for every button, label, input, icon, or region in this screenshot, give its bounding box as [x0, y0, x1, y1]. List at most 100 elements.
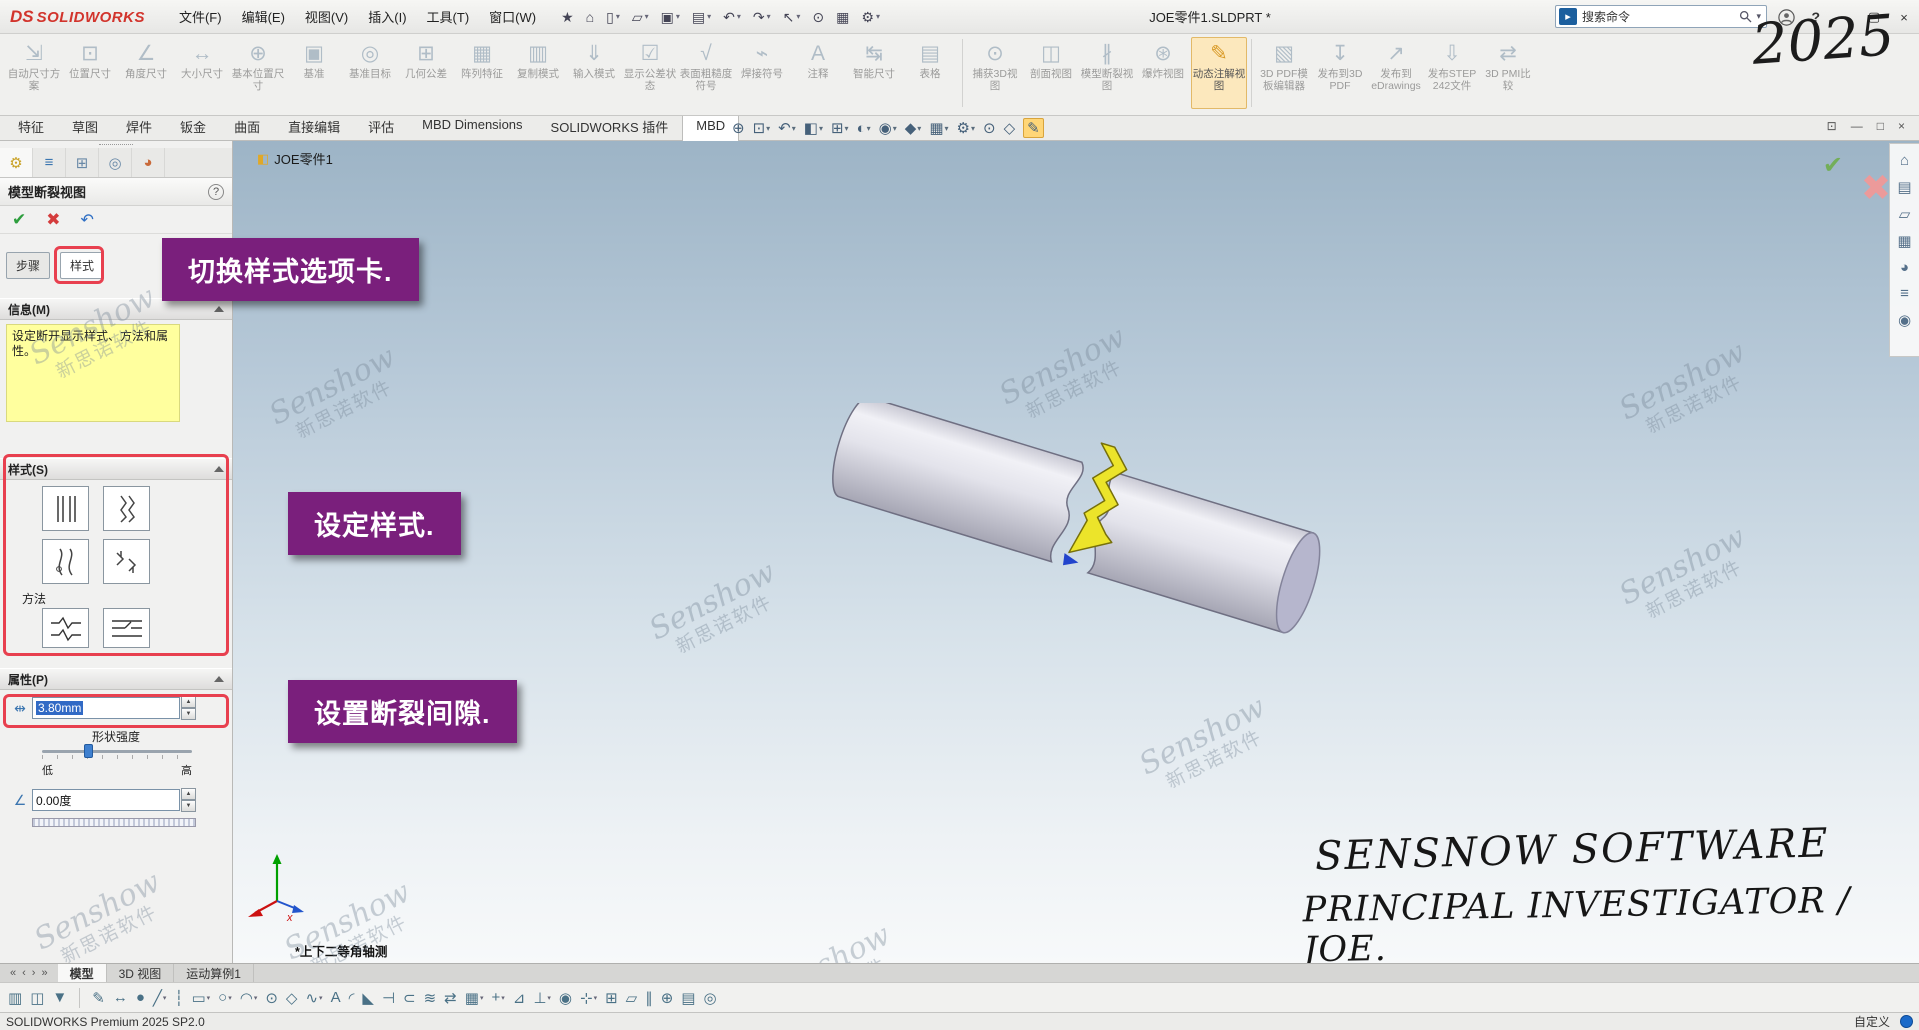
ellipse-icon[interactable]: ⊙ — [265, 989, 278, 1007]
zoom-area-icon[interactable]: ⊡▾ — [753, 119, 771, 137]
arc-icon[interactable]: ◠▾ — [240, 989, 258, 1007]
centerline-icon[interactable]: ┆ — [174, 989, 183, 1007]
pin-menubar-icon[interactable]: ★ — [556, 7, 579, 27]
design-library-icon[interactable]: ▤ — [1897, 178, 1911, 196]
grid-system-icon[interactable]: ⊞ — [605, 989, 618, 1007]
customize-label[interactable]: 自定义 — [1854, 1013, 1890, 1030]
view-palette-icon[interactable]: ▦ — [1897, 232, 1911, 250]
method-zigzag-button[interactable] — [42, 608, 89, 648]
ribbon-tab-焊件[interactable]: 焊件 — [112, 112, 166, 140]
break-view-model[interactable] — [813, 403, 1373, 703]
ribbon-tab-特征[interactable]: 特征 — [4, 112, 58, 140]
doc-tab-模型[interactable]: 模型 — [58, 964, 107, 982]
edit-appearance-icon[interactable]: ◆▾ — [905, 119, 922, 137]
trim-entities-icon[interactable]: ⊣ — [382, 989, 395, 1007]
spin-up-icon[interactable]: ▲ — [181, 696, 196, 708]
doc-close-icon[interactable]: × — [1898, 119, 1905, 133]
reference-axis-icon[interactable]: ∥ — [645, 989, 653, 1007]
apply-scene-icon[interactable]: ▦▾ — [929, 119, 948, 137]
style-s-curve-cut-button[interactable] — [42, 539, 89, 584]
mirror-entities-icon[interactable]: ⇄ — [444, 989, 457, 1007]
dynamic-annotation-active-icon[interactable]: ✎ — [1023, 118, 1044, 138]
attachments-icon[interactable]: ⊙ — [807, 7, 829, 27]
plane-display-icon[interactable]: ◇ — [1004, 119, 1016, 137]
options-icon[interactable]: ⚙▾ — [856, 7, 885, 27]
pm-help-icon[interactable]: ? — [208, 184, 224, 200]
text-icon[interactable]: A — [331, 989, 341, 1006]
forum-icon[interactable]: ◉ — [1898, 311, 1911, 329]
save-icon[interactable]: ▣▾ — [656, 7, 685, 27]
reference-plane-icon[interactable]: ▱ — [626, 989, 638, 1007]
ribbon-tab-草图[interactable]: 草图 — [58, 112, 112, 140]
graphics-area[interactable]: ◧ JOE零件1 ✔ ✖ ⌂▤▱▦◕≡◉ — [233, 141, 1919, 963]
display-settings-icon[interactable]: ▦ — [831, 7, 854, 27]
menu-item-4[interactable]: 工具(T) — [417, 3, 480, 30]
quick-snaps-icon[interactable]: ⊹▾ — [580, 989, 597, 1007]
sketch-icon[interactable]: ✎ — [92, 989, 105, 1007]
coordinate-system-icon[interactable]: ⊕ — [661, 989, 674, 1007]
balloon-icon[interactable]: ◎ — [703, 989, 716, 1007]
screen-display-icon[interactable]: ▥ — [8, 989, 22, 1007]
search-scope-icon[interactable]: ▸ — [1559, 8, 1577, 25]
pm-info-section-header[interactable]: 信息(M) — [0, 298, 232, 320]
style-zigzag-cut-button[interactable] — [103, 486, 150, 531]
measure-icon[interactable]: ⊿ — [513, 989, 526, 1007]
smart-dimension-icon[interactable]: ↔ — [113, 989, 128, 1006]
menu-item-3[interactable]: 插入(I) — [358, 3, 416, 30]
feature-tree-root[interactable]: ◧ JOE零件1 — [257, 149, 333, 168]
select-icon[interactable]: ↖▾ — [778, 7, 806, 27]
appearances-icon[interactable]: ◕ — [1900, 259, 1909, 276]
resources-home-icon[interactable]: ⌂ — [1900, 152, 1909, 169]
spin-up-icon[interactable]: ▲ — [181, 788, 196, 800]
pm-cancel-button[interactable]: ✖ — [46, 210, 60, 230]
ribbon-tab-曲面[interactable]: 曲面 — [220, 112, 274, 140]
circle-icon[interactable]: ○▾ — [218, 989, 232, 1006]
corner-rectangle-icon[interactable]: ▭▾ — [191, 989, 210, 1007]
open-icon[interactable]: ▱▾ — [627, 7, 654, 27]
tabs-scroll-last-icon[interactable]: » — [41, 967, 47, 979]
line-icon[interactable]: ╱▾ — [153, 989, 167, 1007]
camera-icon[interactable]: ⊙ — [983, 119, 996, 137]
confirmation-ok-icon[interactable]: ✔ — [1823, 151, 1843, 180]
cylinder-left-half[interactable] — [824, 403, 1086, 563]
doc-maximize-icon[interactable]: □ — [1877, 119, 1884, 133]
polygon-icon[interactable]: ◇ — [286, 989, 298, 1007]
convert-entities-icon[interactable]: ⊂ — [403, 989, 416, 1007]
web-status-icon[interactable] — [1900, 1015, 1913, 1028]
confirmation-cancel-icon[interactable]: ✖ — [1861, 167, 1891, 209]
offset-entities-icon[interactable]: ≋ — [424, 989, 437, 1007]
dimxpertmanager-tab-icon[interactable]: ◎ — [99, 148, 132, 177]
tabs-scroll-prev-icon[interactable]: ‹ — [22, 967, 26, 979]
file-explorer-icon[interactable]: ▱ — [1899, 205, 1911, 223]
displaymanager-tab-icon[interactable]: ◕ — [132, 148, 165, 177]
home-icon[interactable]: ⌂ — [581, 7, 599, 27]
method-straight-button[interactable] — [103, 608, 150, 648]
undo-icon[interactable]: ↶▾ — [718, 7, 746, 27]
annotation-view-icon[interactable]: ⊞▾ — [831, 119, 849, 137]
spin-down-icon[interactable]: ▼ — [181, 708, 196, 720]
redo-icon[interactable]: ↷▾ — [748, 7, 776, 27]
tabs-scroll-first-icon[interactable]: « — [10, 967, 16, 979]
section-view-icon[interactable]: ◧▾ — [804, 119, 823, 137]
previous-view-icon[interactable]: ↶▾ — [778, 119, 796, 137]
panel-splitter-handle[interactable] — [0, 141, 232, 148]
style-double-line-cut-button[interactable] — [103, 539, 150, 584]
slider-thumb[interactable] — [84, 744, 93, 758]
new-document-icon[interactable]: ▯▾ — [601, 7, 625, 27]
tabs-scroll-next-icon[interactable]: › — [32, 967, 36, 979]
ribbon-tab-评估[interactable]: 评估 — [354, 112, 408, 140]
print-icon[interactable]: ▤▾ — [687, 7, 716, 27]
fillet-icon[interactable]: ◜ — [349, 989, 355, 1007]
menu-item-2[interactable]: 视图(V) — [295, 3, 358, 30]
move-entities-icon[interactable]: +▾ — [491, 989, 504, 1006]
ribbon-tab-mbd[interactable]: MBD — [682, 113, 739, 141]
pm-tab-style[interactable]: 样式 — [60, 252, 104, 279]
spline-icon[interactable]: ∿▾ — [305, 989, 322, 1007]
ribbon-tab-mbd-dimensions[interactable]: MBD Dimensions — [408, 112, 536, 140]
break-angle-input[interactable]: 0.00度 — [32, 789, 180, 811]
pm-undo-button[interactable]: ↶ — [81, 210, 94, 230]
display-style-icon[interactable]: ◐▾ — [857, 120, 871, 137]
hide-show-items-icon[interactable]: ◉▾ — [879, 119, 897, 137]
ribbon-tab-直接编辑[interactable]: 直接编辑 — [274, 112, 354, 140]
spin-down-icon[interactable]: ▼ — [181, 800, 196, 812]
